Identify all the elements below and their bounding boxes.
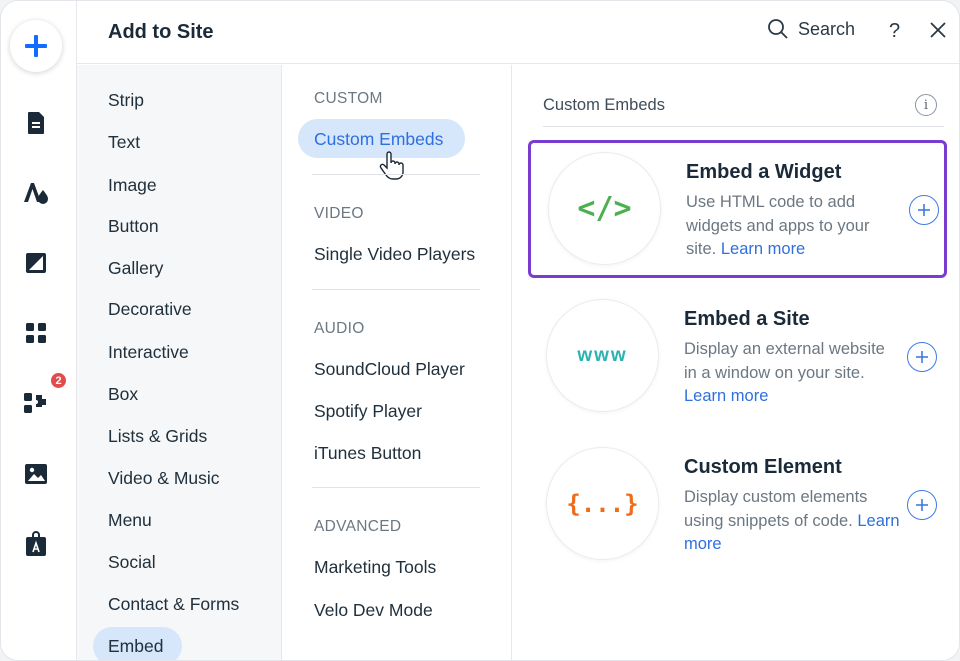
section-title-audio: AUDIO xyxy=(314,320,365,337)
search-label: Search xyxy=(798,18,856,39)
subcategory-spotify-player[interactable]: Spotify Player xyxy=(314,401,422,422)
left-toolbar: 2 xyxy=(1,1,77,660)
category-decorative[interactable]: Decorative xyxy=(108,299,192,320)
theme-icon xyxy=(24,183,48,204)
embed-site-thumbnail: www xyxy=(546,299,659,412)
panel-title: Add to Site xyxy=(108,21,214,43)
notification-badge: 2 xyxy=(49,371,68,390)
page-icon xyxy=(28,112,44,134)
portfolio-icon xyxy=(26,531,46,556)
add-embed-widget-button[interactable] xyxy=(909,195,939,225)
add-elements-button[interactable] xyxy=(10,20,62,72)
info-icon[interactable]: i xyxy=(915,94,937,116)
category-button[interactable]: Button xyxy=(108,216,159,237)
subcategory-single-video-players[interactable]: Single Video Players xyxy=(314,244,475,265)
category-embed[interactable]: Embed xyxy=(108,636,163,657)
heading-divider xyxy=(543,126,944,127)
card-description: Display custom elements using snippets o… xyxy=(684,488,900,553)
media-icon xyxy=(25,464,47,484)
close-icon xyxy=(930,22,946,38)
plus-icon xyxy=(25,35,47,57)
category-image[interactable]: Image xyxy=(108,175,157,196)
business-apps-icon xyxy=(24,393,46,413)
category-text[interactable]: Text xyxy=(108,132,140,153)
category-strip[interactable]: Strip xyxy=(108,90,144,111)
help-button[interactable]: ? xyxy=(889,20,900,43)
subcategory-soundcloud-player[interactable]: SoundCloud Player xyxy=(314,359,465,380)
embed-site-card[interactable]: www Embed a Site Display an external web… xyxy=(529,290,946,426)
subcategory-velo-dev-mode[interactable]: Velo Dev Mode xyxy=(314,600,433,621)
section-title-video: VIDEO xyxy=(314,205,364,222)
hand-cursor-icon xyxy=(379,151,404,180)
add-custom-element-button[interactable] xyxy=(907,490,937,520)
section-divider xyxy=(312,174,480,175)
subcategory-custom-embeds[interactable]: Custom Embeds xyxy=(314,129,443,150)
custom-element-thumbnail: {...} xyxy=(546,447,659,560)
category-video-music[interactable]: Video & Music xyxy=(108,468,220,489)
embed-options-panel: Custom Embeds i </> Embed a Widget Use H… xyxy=(513,65,959,660)
code-brackets-icon: </> xyxy=(577,191,632,226)
business-apps-button[interactable] xyxy=(21,388,51,418)
card-description: Use HTML code to add widgets and apps to… xyxy=(686,193,870,258)
subcategory-list: CUSTOM Custom Embeds VIDEO Single Video … xyxy=(283,65,512,660)
category-social[interactable]: Social xyxy=(108,552,156,573)
custom-element-card[interactable]: {...} Custom Element Display custom elem… xyxy=(529,438,946,574)
section-heading: Custom Embeds xyxy=(543,96,665,114)
section-title-custom: CUSTOM xyxy=(314,90,383,107)
subcategory-itunes-button[interactable]: iTunes Button xyxy=(314,443,421,464)
category-contact-forms[interactable]: Contact & Forms xyxy=(108,594,239,615)
learn-more-link[interactable]: Learn more xyxy=(684,387,768,405)
embed-widget-thumbnail: </> xyxy=(548,152,661,265)
section-divider xyxy=(312,289,480,290)
plus-icon xyxy=(918,204,930,216)
media-button[interactable] xyxy=(21,459,51,489)
background-icon xyxy=(26,253,46,273)
section-divider xyxy=(312,487,480,488)
category-lists-grids[interactable]: Lists & Grids xyxy=(108,426,207,447)
card-description: Display an external website in a window … xyxy=(684,340,885,405)
section-title-advanced: ADVANCED xyxy=(314,518,402,535)
apps-icon xyxy=(26,323,46,343)
www-icon: www xyxy=(577,344,628,366)
learn-more-link[interactable]: Learn more xyxy=(721,240,805,258)
panel-header: Add to Site Search ? xyxy=(77,1,959,64)
card-title: Custom Element xyxy=(684,456,842,478)
search-button[interactable]: Search xyxy=(767,18,855,40)
category-box[interactable]: Box xyxy=(108,384,138,405)
portfolio-button[interactable] xyxy=(21,529,51,559)
apps-button[interactable] xyxy=(21,318,51,348)
add-panel: 2 Add to Site Search ? Strip Text Image … xyxy=(0,0,960,661)
design-button[interactable] xyxy=(21,178,51,208)
curly-braces-icon: {...} xyxy=(566,489,639,518)
plus-icon xyxy=(916,499,928,511)
plus-icon xyxy=(916,351,928,363)
category-gallery[interactable]: Gallery xyxy=(108,258,163,279)
pages-button[interactable] xyxy=(21,108,51,138)
embed-widget-card[interactable]: </> Embed a Widget Use HTML code to add … xyxy=(528,140,947,278)
background-button[interactable] xyxy=(21,248,51,278)
category-interactive[interactable]: Interactive xyxy=(108,342,189,363)
add-embed-site-button[interactable] xyxy=(907,342,937,372)
category-list: Strip Text Image Button Gallery Decorati… xyxy=(77,65,282,660)
card-title: Embed a Widget xyxy=(686,161,842,183)
subcategory-marketing-tools[interactable]: Marketing Tools xyxy=(314,557,436,578)
card-title: Embed a Site xyxy=(684,308,810,330)
category-menu[interactable]: Menu xyxy=(108,510,152,531)
close-button[interactable] xyxy=(927,19,949,41)
search-icon xyxy=(768,19,788,39)
